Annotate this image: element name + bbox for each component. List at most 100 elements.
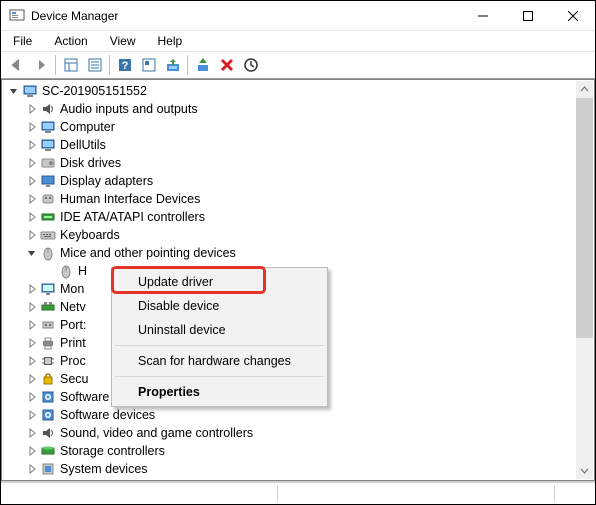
- window-title: Device Manager: [31, 9, 460, 23]
- menu-help[interactable]: Help: [152, 33, 189, 49]
- tree-label: Display adapters: [60, 173, 153, 190]
- tree-label: Sound, video and game controllers: [60, 425, 253, 442]
- tree-label: Mon: [60, 281, 84, 298]
- expander-icon[interactable]: [26, 247, 38, 259]
- tree-item[interactable]: DellUtils: [4, 136, 577, 154]
- monitor-icon: [40, 281, 56, 297]
- expander-icon[interactable]: [26, 445, 38, 457]
- minimize-button[interactable]: [460, 1, 505, 30]
- context-menu-item[interactable]: Disable device: [114, 294, 325, 318]
- tree-label: System devices: [60, 461, 148, 478]
- expander-icon[interactable]: [26, 193, 38, 205]
- uninstall-button[interactable]: [215, 54, 238, 76]
- context-menu-item[interactable]: Scan for hardware changes: [114, 349, 325, 373]
- context-menu-item[interactable]: Uninstall device: [114, 318, 325, 342]
- expander-icon[interactable]: [8, 85, 20, 97]
- expander-spacer: [44, 265, 56, 277]
- display-icon: [40, 173, 56, 189]
- tree-item[interactable]: Mice and other pointing devices: [4, 244, 577, 262]
- toolbar: ?: [1, 51, 595, 79]
- tree-item[interactable]: Human Interface Devices: [4, 190, 577, 208]
- tree-label: Netv: [60, 299, 86, 316]
- keyboard-icon: [40, 227, 56, 243]
- expander-icon[interactable]: [26, 319, 38, 331]
- svg-text:?: ?: [121, 60, 128, 72]
- show-hidden-button[interactable]: [59, 54, 82, 76]
- scroll-thumb[interactable]: [576, 98, 593, 338]
- tree-label: Mice and other pointing devices: [60, 245, 236, 262]
- back-button[interactable]: [5, 54, 28, 76]
- security-icon: [40, 371, 56, 387]
- scroll-up-button[interactable]: [576, 81, 593, 98]
- menu-action[interactable]: Action: [48, 33, 93, 49]
- expander-icon[interactable]: [26, 139, 38, 151]
- tree-item[interactable]: Computer: [4, 118, 577, 136]
- computer-icon: [40, 119, 56, 135]
- tree-item[interactable]: Display adapters: [4, 172, 577, 190]
- scan-button[interactable]: [137, 54, 160, 76]
- tree-item[interactable]: Disk drives: [4, 154, 577, 172]
- storage-icon: [40, 443, 56, 459]
- toolbar-separator: [55, 55, 56, 75]
- expander-icon[interactable]: [26, 211, 38, 223]
- port-icon: [40, 317, 56, 333]
- tree-item[interactable]: Software devices: [4, 406, 577, 424]
- expander-icon[interactable]: [26, 103, 38, 115]
- expander-icon[interactable]: [26, 229, 38, 241]
- tree-item[interactable]: Sound, video and game controllers: [4, 424, 577, 442]
- expander-icon[interactable]: [26, 337, 38, 349]
- expander-icon[interactable]: [26, 373, 38, 385]
- tree-label: Computer: [60, 119, 115, 136]
- toolbar-separator: [187, 55, 188, 75]
- component-icon: [40, 407, 56, 423]
- context-menu-item[interactable]: Update driver: [114, 270, 325, 294]
- tree-label: H: [78, 263, 87, 280]
- properties-button[interactable]: [83, 54, 106, 76]
- app-icon: [9, 8, 25, 24]
- tree-item[interactable]: Storage controllers: [4, 442, 577, 460]
- menu-file[interactable]: File: [7, 33, 38, 49]
- expander-icon[interactable]: [26, 301, 38, 313]
- expander-icon[interactable]: [26, 427, 38, 439]
- expander-icon[interactable]: [26, 121, 38, 133]
- hid-icon: [40, 191, 56, 207]
- tree-item[interactable]: Audio inputs and outputs: [4, 100, 577, 118]
- scan-hardware-button[interactable]: [239, 54, 262, 76]
- expander-icon[interactable]: [26, 157, 38, 169]
- tree-root[interactable]: SC-201905151552: [4, 82, 577, 100]
- menu-view[interactable]: View: [104, 33, 142, 49]
- help-button[interactable]: ?: [113, 54, 136, 76]
- speaker-icon: [40, 425, 56, 441]
- menu-separator: [115, 376, 324, 377]
- tree-item[interactable]: System devices: [4, 460, 577, 478]
- tree-label: Storage controllers: [60, 443, 165, 460]
- ide-icon: [40, 209, 56, 225]
- update-driver-button[interactable]: [161, 54, 184, 76]
- expander-icon[interactable]: [26, 463, 38, 475]
- speaker-icon: [40, 101, 56, 117]
- close-button[interactable]: [550, 1, 595, 30]
- tree-label: Secu: [60, 371, 89, 388]
- network-icon: [40, 299, 56, 315]
- computer-icon: [22, 83, 38, 99]
- expander-icon[interactable]: [26, 355, 38, 367]
- menubar: File Action View Help: [1, 31, 595, 51]
- expander-icon[interactable]: [26, 283, 38, 295]
- scroll-down-button[interactable]: [576, 462, 593, 479]
- tree-item[interactable]: Keyboards: [4, 226, 577, 244]
- context-menu-item[interactable]: Properties: [114, 380, 325, 404]
- forward-button[interactable]: [29, 54, 52, 76]
- tree-label: Print: [60, 335, 86, 352]
- tree-label: Human Interface Devices: [60, 191, 200, 208]
- disk-icon: [40, 155, 56, 171]
- mouse-icon: [58, 263, 74, 279]
- expander-icon[interactable]: [26, 175, 38, 187]
- maximize-button[interactable]: [505, 1, 550, 30]
- tree-item[interactable]: IDE ATA/ATAPI controllers: [4, 208, 577, 226]
- expander-icon[interactable]: [26, 391, 38, 403]
- tree-label: Audio inputs and outputs: [60, 101, 198, 118]
- enable-button[interactable]: [191, 54, 214, 76]
- tree-label: IDE ATA/ATAPI controllers: [60, 209, 205, 226]
- vertical-scrollbar[interactable]: [576, 81, 593, 479]
- expander-icon[interactable]: [26, 409, 38, 421]
